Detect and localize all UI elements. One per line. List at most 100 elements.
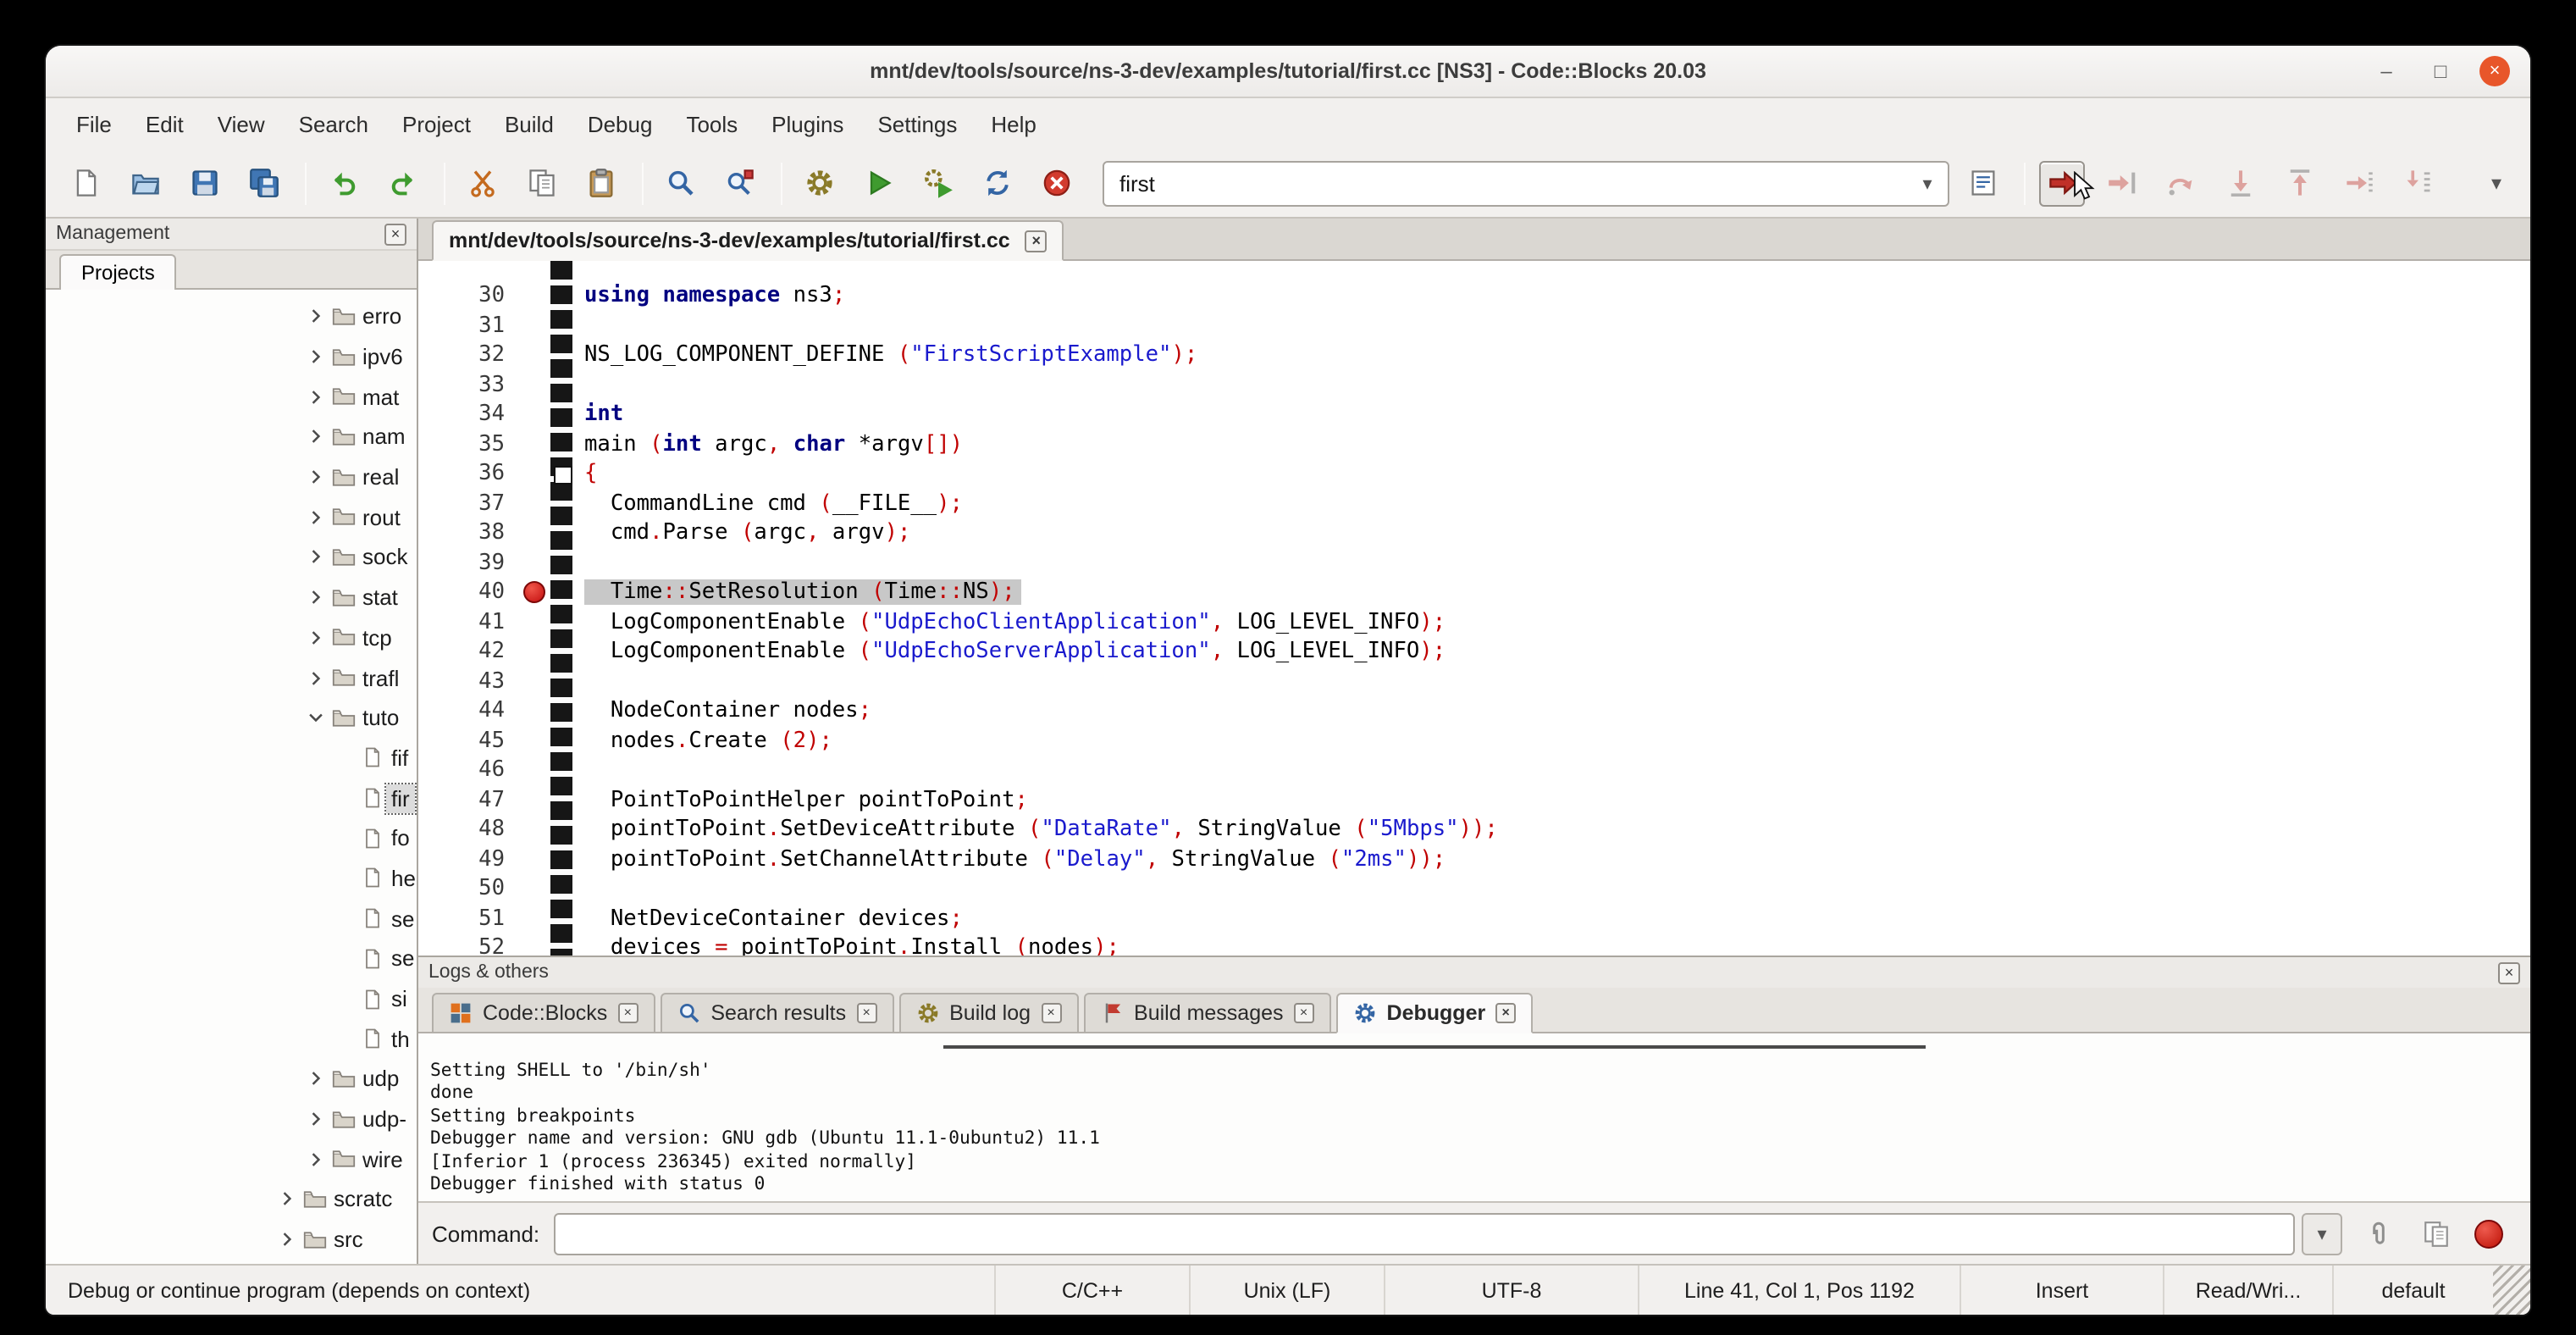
editor-tab[interactable]: mnt/dev/tools/source/ns-3-dev/examples/t… (432, 220, 1064, 261)
line-number[interactable]: 32 (418, 343, 517, 368)
breakpoint-icon[interactable] (522, 582, 544, 604)
line-number[interactable]: 50 (418, 877, 517, 902)
line-number[interactable]: 30 (418, 284, 517, 309)
close-icon[interactable]: × (384, 223, 406, 245)
line-number[interactable]: 40 (418, 580, 517, 606)
tree-item[interactable]: th (46, 1019, 417, 1059)
log-tab-build-messages[interactable]: Build messages × (1083, 993, 1331, 1033)
tree-chevron-icon[interactable] (273, 1226, 300, 1253)
tree-chevron-icon[interactable] (301, 343, 329, 370)
tree-item[interactable]: fo (46, 818, 417, 858)
code-line[interactable]: 40 Time::SetResolution (Time::NS); (418, 578, 2530, 607)
code-line[interactable]: 51 NetDeviceContainer devices; (418, 904, 2530, 933)
command-input[interactable] (553, 1212, 2295, 1255)
tree-item[interactable]: nam (46, 417, 417, 457)
code-line[interactable]: 39 (418, 548, 2530, 578)
code-line[interactable]: 47 PointToPointHelper pointToPoint; (418, 785, 2530, 815)
menu-build[interactable]: Build (488, 104, 571, 143)
menu-settings[interactable]: Settings (860, 104, 974, 143)
run-button[interactable] (855, 160, 901, 206)
chevron-down-icon[interactable]: ▾ (1907, 172, 1948, 194)
code-line[interactable]: 38 cmd.Parse (argc, argv); (418, 518, 2530, 548)
tree-chevron-icon[interactable] (330, 945, 357, 972)
breakpoint-gutter[interactable] (517, 582, 550, 604)
close-icon[interactable]: × (2498, 961, 2520, 983)
line-number[interactable]: 46 (418, 758, 517, 784)
close-button[interactable]: × (2479, 56, 2510, 86)
titlebar[interactable]: mnt/dev/tools/source/ns-3-dev/examples/t… (46, 46, 2530, 98)
abort-button[interactable] (1033, 160, 1079, 206)
code-line[interactable]: 44 NodeContainer nodes; (418, 696, 2530, 726)
code-line[interactable]: 45 nodes.Create (2); (418, 726, 2530, 756)
tree-chevron-icon[interactable] (301, 504, 329, 531)
tree-item[interactable]: he (46, 858, 417, 898)
build-button[interactable] (796, 160, 842, 206)
tree-chevron-icon[interactable] (330, 1025, 357, 1052)
tree-item[interactable]: fir (46, 778, 417, 818)
tree-chevron-icon[interactable] (330, 825, 357, 852)
step-into-instruction-button[interactable] (2395, 160, 2441, 206)
line-number[interactable]: 42 (418, 640, 517, 665)
save-all-button[interactable] (240, 160, 286, 206)
next-line-button[interactable] (2158, 160, 2203, 206)
tree-chevron-icon[interactable] (330, 745, 357, 772)
copy-button[interactable] (518, 160, 564, 206)
maximize-button[interactable]: □ (2425, 56, 2456, 86)
tree-chevron-icon[interactable] (330, 784, 357, 812)
build-target-combobox[interactable]: first ▾ (1103, 160, 1949, 206)
command-history-dropdown[interactable]: ▾ (2302, 1212, 2342, 1255)
tree-item[interactable]: wire (46, 1139, 417, 1179)
line-number[interactable]: 44 (418, 699, 517, 724)
line-number[interactable]: 39 (418, 551, 517, 576)
tree-item[interactable]: mat (46, 377, 417, 417)
tree-chevron-icon[interactable] (301, 383, 329, 410)
line-number[interactable]: 47 (418, 788, 517, 813)
tree-item[interactable]: si (46, 978, 417, 1018)
code-line[interactable]: 32 NS_LOG_COMPONENT_DEFINE ("FirstScript… (418, 341, 2530, 370)
menu-tools[interactable]: Tools (669, 104, 755, 143)
tree-item[interactable]: se (46, 939, 417, 978)
run-to-cursor-button[interactable] (2098, 160, 2144, 206)
tree-item[interactable]: udp (46, 1059, 417, 1099)
tree-chevron-icon[interactable] (330, 905, 357, 932)
rebuild-button[interactable] (974, 160, 1020, 206)
close-icon[interactable]: × (1294, 1003, 1314, 1023)
tree-chevron-icon[interactable] (301, 664, 329, 691)
log-tab-build-log[interactable]: Build log × (898, 993, 1078, 1033)
tree-item[interactable]: scratc (46, 1179, 417, 1219)
tree-chevron-icon[interactable] (330, 865, 357, 892)
menu-edit[interactable]: Edit (129, 104, 201, 143)
tree-chevron-icon[interactable] (301, 1066, 329, 1093)
log-tab-search-results[interactable]: Search results × (660, 993, 893, 1033)
debugger-log-output[interactable]: Setting SHELL to '/bin/sh'doneSetting br… (418, 1033, 2530, 1203)
tree-item[interactable]: erro (46, 296, 417, 336)
tab-projects[interactable]: Projects (59, 254, 177, 290)
menu-file[interactable]: File (59, 104, 129, 143)
toolbar-overflow-button[interactable]: ▾ (2479, 171, 2513, 195)
tree-chevron-icon[interactable] (273, 1186, 300, 1213)
line-number[interactable]: 45 (418, 728, 517, 754)
tree-item[interactable]: stat (46, 578, 417, 618)
close-icon[interactable]: × (617, 1003, 638, 1023)
line-number[interactable]: 31 (418, 313, 517, 339)
line-number[interactable]: 36 (418, 462, 517, 487)
code-line[interactable]: 50 (418, 874, 2530, 904)
close-icon[interactable]: × (856, 1003, 876, 1023)
tree-item[interactable]: se (46, 899, 417, 939)
resize-grip[interactable] (2493, 1266, 2530, 1315)
code-line[interactable]: 35 main (int argc, char *argv[]) (418, 429, 2530, 459)
paste-button[interactable] (578, 160, 623, 206)
tree-item[interactable]: src (46, 1220, 417, 1260)
menu-plugins[interactable]: Plugins (755, 104, 860, 143)
log-tab-code-blocks[interactable]: Code::Blocks × (432, 993, 655, 1033)
menu-search[interactable]: Search (282, 104, 385, 143)
line-number[interactable]: 38 (418, 521, 517, 546)
line-number[interactable]: 48 (418, 817, 517, 843)
replace-button[interactable] (716, 160, 762, 206)
line-number[interactable]: 34 (418, 402, 517, 428)
tree-chevron-icon[interactable] (301, 544, 329, 571)
tree-chevron-icon[interactable] (301, 1146, 329, 1173)
tree-item[interactable]: trafl (46, 657, 417, 697)
tree-chevron-icon[interactable] (301, 584, 329, 611)
show-log-button[interactable] (1960, 160, 2005, 206)
